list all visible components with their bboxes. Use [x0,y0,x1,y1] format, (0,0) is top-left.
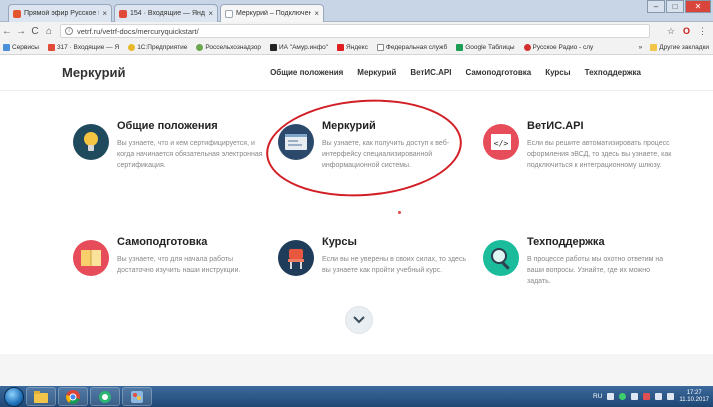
svg-text:</>: </> [494,139,509,148]
search-icon [483,240,519,276]
home-button[interactable]: ⌂ [42,26,56,37]
bookmark-services[interactable]: Сервисы [3,43,39,51]
other-bookmarks-folder[interactable]: Другие закладки [650,43,709,51]
tray-window-icon[interactable] [631,393,639,400]
maximize-button[interactable]: □ [666,0,684,13]
bookmarks-bar: Сервисы 317 · Входящие — Я 1С:Предприяти… [0,40,713,55]
window-controls: – □ ✕ [647,0,711,13]
browser-tab-bar: Прямой эфир Русское Р × 154 · Входящие —… [0,0,713,22]
yandex-logo-icon [337,43,345,51]
radio-icon [523,43,531,51]
bookmark-yandex[interactable]: Яндекс [337,43,368,51]
nav-courses[interactable]: Курсы [545,68,570,77]
address-bar-actions: ☆ O ⋮ [667,26,707,37]
lightbulb-icon [73,124,109,160]
chair-icon [278,240,314,276]
nav-mercury[interactable]: Меркурий [357,68,396,77]
code-icon: </> [483,124,519,160]
book-icon [73,240,109,276]
tab-close-icon[interactable]: × [208,9,213,18]
tray-security-icon[interactable] [643,393,651,400]
nav-vetis-api[interactable]: ВетИС.API [410,68,451,77]
site-info-icon[interactable]: i [65,27,73,35]
card-general[interactable]: Общие положения Вы узнаете, что и кем се… [73,118,268,198]
tab-russkoe-radio[interactable]: Прямой эфир Русское Р × [8,4,112,22]
bookmark-star-icon[interactable]: ☆ [667,26,675,37]
paint-icon [131,390,143,403]
tab-yandex-mail[interactable]: 154 · Входящие — Янде × [114,4,218,22]
url-text: vetrf.ru/vetrf-docs/mercuryquickstart/ [77,26,199,36]
folder-icon [650,43,658,51]
card-self-study[interactable]: Самоподготовка Вы узнаете, что для начал… [73,234,268,314]
card-vetis-api[interactable]: </> ВетИС.API Если вы решите автоматизир… [483,118,678,198]
browser-menu-icon[interactable]: ⋮ [698,26,707,37]
minimize-button[interactable]: – [647,0,665,13]
bookmark-1c[interactable]: 1С:Предприятие [128,43,187,51]
taskbar-chrome[interactable] [58,387,88,406]
bookmark-russkoe-radio[interactable]: Русское Радио - слу [523,43,593,51]
bookmark-federal-service[interactable]: Федеральная служб [376,43,447,51]
page-favicon-icon [225,9,233,18]
opera-extension-icon[interactable]: O [683,26,690,37]
start-button[interactable] [4,386,24,407]
nav-self-study[interactable]: Самоподготовка [465,68,531,77]
nav-general[interactable]: Общие положения [270,68,343,77]
app-circle-icon [99,390,111,403]
site-header: Меркурий Общие положения Меркурий ВетИС.… [0,55,713,91]
1c-logo-icon [128,43,136,51]
page-icon [376,43,384,51]
system-clock[interactable]: 17:27 11.10.2017 [679,390,709,404]
page-footer-area [0,354,713,386]
chrome-icon [66,389,80,404]
card-support[interactable]: Техподдержка В процессе работы мы охотно… [483,234,678,314]
language-indicator[interactable]: RU [593,393,602,400]
back-button[interactable]: ← [0,26,14,37]
bookmark-amur-info[interactable]: ИА "Амур.инфо" [269,43,328,51]
tab-mercury[interactable]: Меркурий – Подключени × [220,4,324,22]
amur-logo-icon [269,43,277,51]
bookmarks-overflow: » Другие закладки [639,43,713,51]
carousel-dot [398,211,401,214]
system-tray: RU 17:27 11.10.2017 [593,390,713,404]
close-window-button[interactable]: ✕ [685,0,711,13]
site-logo[interactable]: Меркурий [62,65,126,80]
volume-icon[interactable] [667,393,675,400]
tray-expand-icon[interactable] [607,393,615,400]
tab-close-icon[interactable]: × [102,9,107,18]
more-bookmarks-button[interactable]: » [639,44,643,51]
nav-support[interactable]: Техподдержка [585,68,641,77]
windows-taskbar: RU 17:27 11.10.2017 [0,386,713,407]
mail-favicon-icon [119,9,127,18]
reload-button[interactable]: C [28,26,42,37]
apps-grid-icon [3,43,10,51]
taskbar-app[interactable] [90,387,120,406]
url-input[interactable]: i vetrf.ru/vetrf-docs/mercuryquickstart/ [60,24,650,38]
taskbar-explorer[interactable] [26,387,56,406]
radio-favicon-icon [13,9,21,18]
tab-close-icon[interactable]: × [314,9,319,18]
network-icon[interactable] [655,393,663,400]
chevron-down-icon [353,316,365,324]
sheets-icon [456,43,464,51]
bookmark-inbox[interactable]: 317 · Входящие — Я [47,43,119,51]
card-courses[interactable]: Курсы Если вы не уверены в своих силах, … [278,234,473,314]
tray-status-icon[interactable] [619,393,627,400]
scroll-down-button[interactable] [345,306,373,334]
folder-icon [34,390,48,403]
taskbar-paint[interactable] [122,387,152,406]
bookmark-rosselhoznadzor[interactable]: Россельхознадзор [196,43,261,51]
site-nav: Общие положения Меркурий ВетИС.API Самоп… [270,68,641,77]
emblem-icon [196,43,204,51]
address-bar-row: ← → C ⌂ i vetrf.ru/vetrf-docs/mercuryqui… [0,22,713,40]
mail-icon [47,43,55,51]
bookmark-google-sheets[interactable]: Google Таблицы [456,43,515,51]
forward-button[interactable]: → [14,26,28,37]
